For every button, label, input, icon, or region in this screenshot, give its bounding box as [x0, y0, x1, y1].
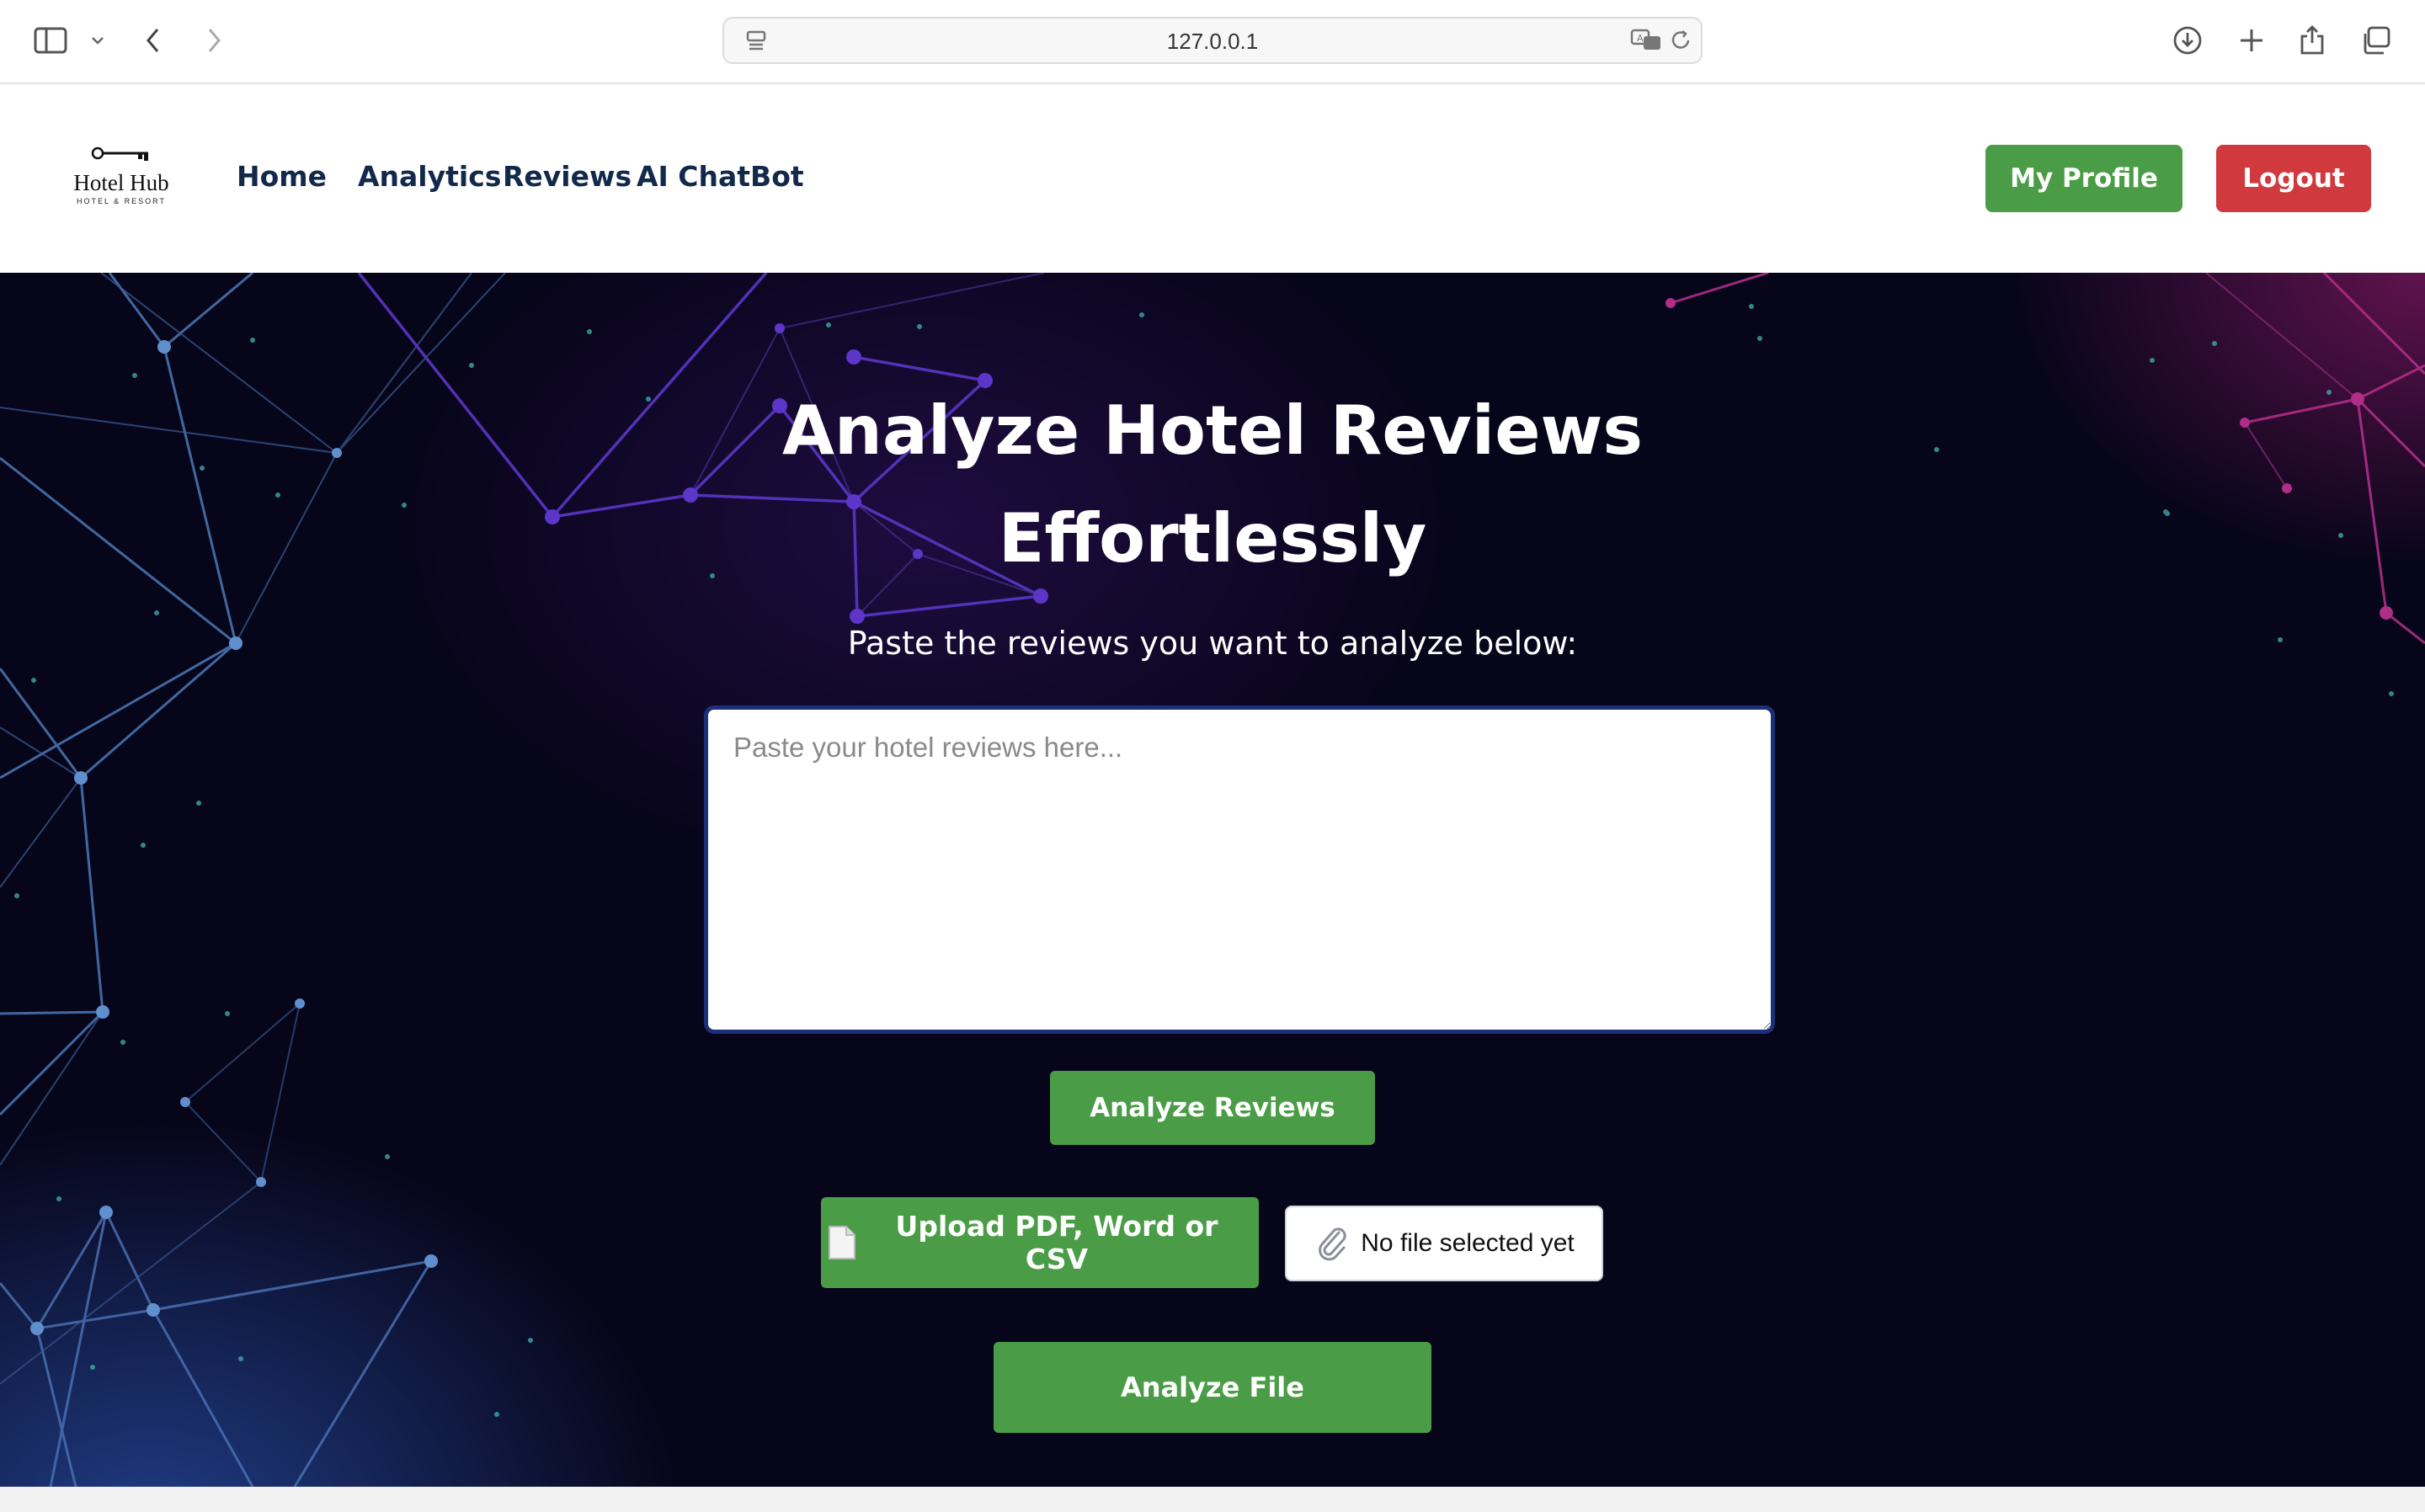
document-icon [828, 1226, 855, 1259]
translate-icon[interactable]: A [1628, 22, 1666, 59]
page-footer-edge [0, 1487, 2425, 1512]
hero-subtitle: Paste the reviews you want to analyze be… [847, 625, 1578, 662]
tabs-overview-icon[interactable] [2358, 22, 2395, 59]
chevron-down-icon[interactable] [79, 22, 116, 59]
nav-analytics[interactable]: Analytics [358, 160, 501, 193]
forward-icon[interactable] [195, 22, 232, 59]
download-icon[interactable] [2169, 22, 2206, 59]
analyze-file-button[interactable]: Analyze File [994, 1342, 1431, 1433]
svg-text:A: A [1637, 33, 1644, 44]
logo-tagline: HOTEL & RESORT [76, 197, 167, 205]
key-icon [91, 146, 148, 161]
analyze-reviews-button[interactable]: Analyze Reviews [1050, 1071, 1375, 1145]
hero-title: Analyze Hotel Reviews Effortlessly [707, 377, 1718, 593]
file-status-box: No file selected yet [1285, 1206, 1603, 1281]
reload-icon[interactable] [1662, 22, 1699, 59]
hero-title-line1: Analyze Hotel Reviews [782, 391, 1643, 470]
reviews-textarea[interactable] [704, 705, 1775, 1034]
browser-toolbar: 127.0.0.1 A [0, 0, 2425, 84]
nav-home[interactable]: Home [237, 160, 327, 193]
upload-file-button[interactable]: Upload PDF, Word or CSV [821, 1197, 1259, 1288]
upload-file-label: Upload PDF, Word or CSV [895, 1210, 1218, 1275]
hotel-hub-logo[interactable]: Hotel Hub HOTEL & RESORT [67, 141, 175, 209]
new-tab-icon[interactable] [2233, 22, 2270, 59]
hero-title-line2: Effortlessly [998, 499, 1427, 578]
address-bar[interactable]: 127.0.0.1 A [722, 17, 1703, 64]
my-profile-button[interactable]: My Profile [1985, 145, 2182, 212]
paperclip-icon [1319, 1227, 1346, 1261]
nav-ai-chatbot[interactable]: AI ChatBot [637, 160, 804, 193]
share-icon[interactable] [2294, 22, 2331, 59]
back-icon[interactable] [135, 22, 172, 59]
site-header: Hotel Hub HOTEL & RESORT Home Analytics … [0, 84, 2425, 273]
file-status-text: No file selected yet [1361, 1229, 1575, 1257]
logo-name: Hotel Hub [73, 170, 169, 195]
logout-button[interactable]: Logout [2216, 145, 2371, 212]
sidebar-toggle-icon[interactable] [32, 22, 69, 59]
url-text: 127.0.0.1 [1166, 29, 1259, 54]
nav-reviews[interactable]: Reviews [503, 160, 632, 193]
hero-section: Analyze Hotel Reviews Effortlessly Paste… [0, 273, 2425, 1487]
